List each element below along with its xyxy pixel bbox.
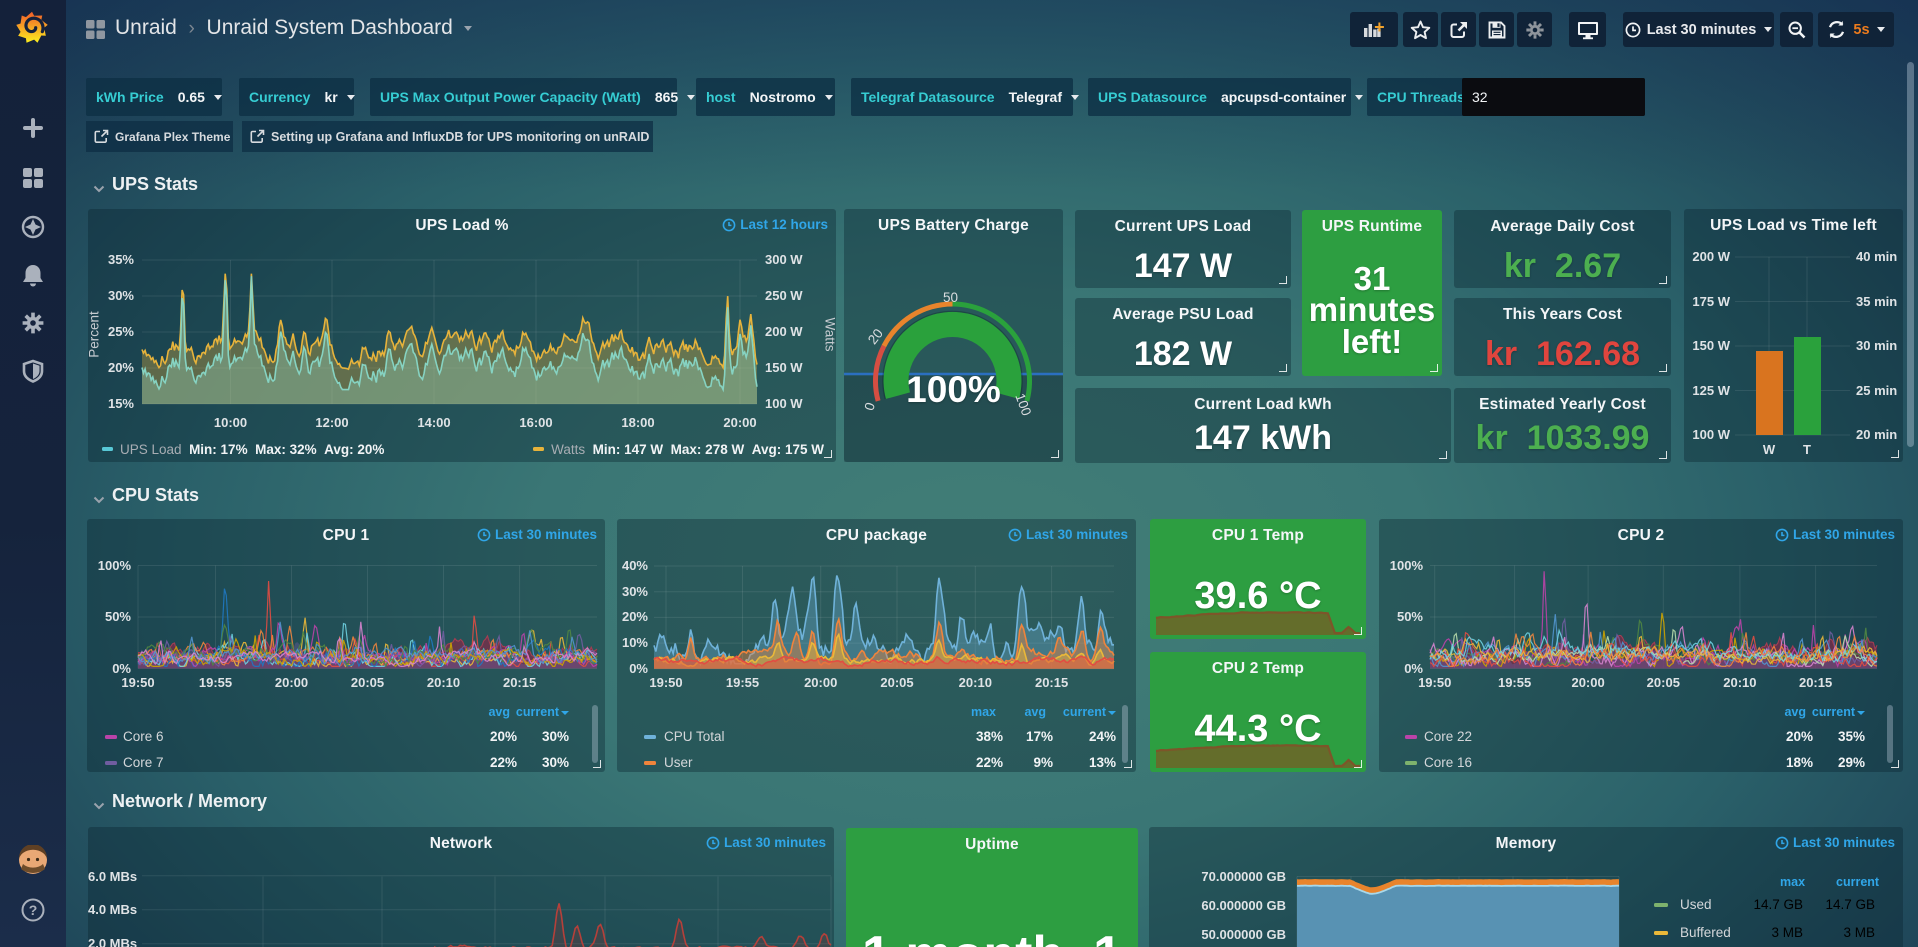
- svg-text:?: ?: [29, 902, 38, 918]
